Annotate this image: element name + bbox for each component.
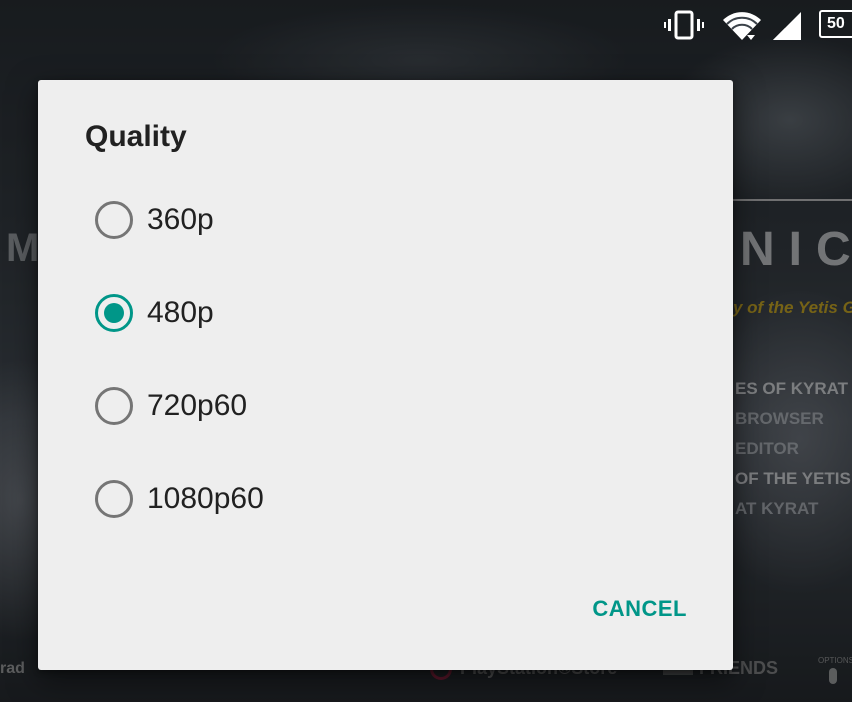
status-bar: 50 — [0, 0, 852, 50]
dialog-title: Quality — [85, 120, 187, 153]
radio-dot — [104, 302, 124, 323]
battery-icon: 50 — [819, 10, 852, 38]
cancel-button[interactable]: CANCEL — [592, 596, 687, 622]
quality-option-360p[interactable]: 360p — [95, 173, 264, 266]
option-label: 480p — [147, 295, 214, 329]
quality-option-1080p60[interactable]: 1080p60 — [95, 452, 264, 545]
wifi-icon — [723, 12, 761, 40]
option-label: 360p — [147, 202, 214, 236]
radio-button-checked-icon[interactable] — [95, 293, 133, 332]
cell-signal-icon — [773, 12, 801, 40]
screen: M NIC y of the Yetis G ES OF KYRAT BROWS… — [0, 0, 852, 702]
vibrate-icon — [664, 10, 704, 40]
option-label: 1080p60 — [147, 481, 264, 515]
radio-button-icon[interactable] — [95, 386, 133, 425]
radio-button-icon[interactable] — [95, 200, 133, 239]
option-label: 720p60 — [147, 388, 248, 422]
radio-button-icon[interactable] — [95, 479, 133, 518]
battery-level: 50 — [827, 15, 845, 32]
quality-option-480p[interactable]: 480p — [95, 266, 264, 359]
quality-dialog: Quality 360p 480p 720p60 1080p60 CANCEL — [38, 80, 733, 670]
quality-options: 360p 480p 720p60 1080p60 — [95, 173, 264, 545]
quality-option-720p60[interactable]: 720p60 — [95, 359, 264, 452]
